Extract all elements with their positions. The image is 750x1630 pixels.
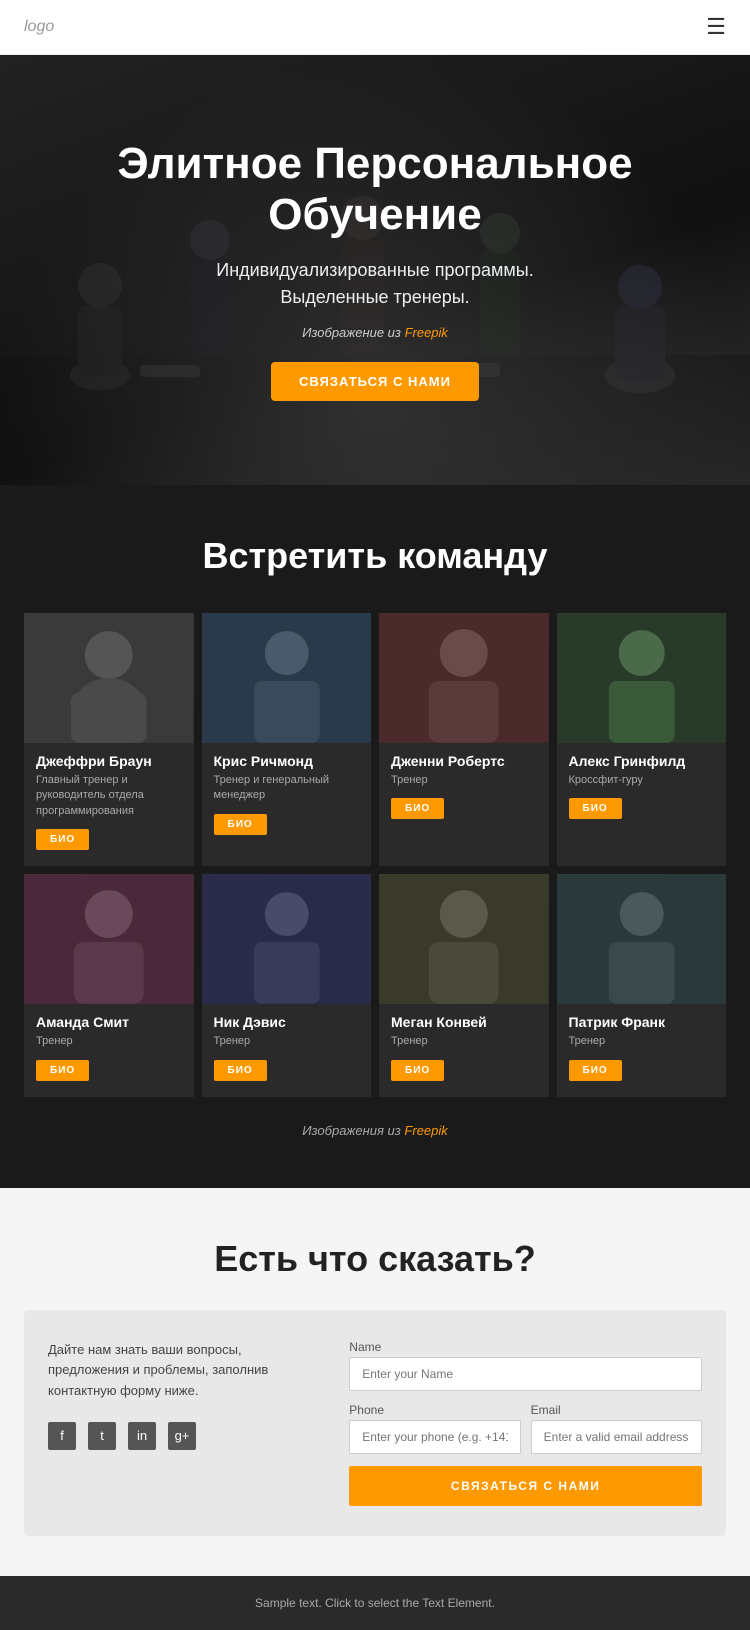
team-name-4: Аманда Смит (36, 1014, 182, 1030)
header: logo ☰ (0, 0, 750, 55)
hamburger-menu-icon[interactable]: ☰ (706, 14, 726, 40)
team-card-3: Алекс Гринфилд Кроссфит-гуру БИО (557, 613, 727, 866)
team-card-body-6: Меган Конвей Тренер БИО (379, 1004, 549, 1080)
team-photo-1 (202, 613, 372, 743)
phone-input[interactable] (349, 1420, 520, 1454)
hero-section: Элитное Персональное Обучение Индивидуал… (0, 55, 750, 485)
person-silhouette-1 (202, 613, 372, 743)
team-role-2: Тренер (391, 773, 537, 788)
hero-image-credit: Изображение из Freepik (40, 325, 710, 340)
social-google-icon[interactable]: g+ (168, 1422, 196, 1450)
bio-button-0[interactable]: БИО (36, 829, 89, 850)
person-silhouette-2 (379, 613, 549, 743)
freepik-link[interactable]: Freepik (405, 325, 448, 340)
team-card-5: Ник Дэвис Тренер БИО (202, 874, 372, 1096)
team-card-7: Патрик Франк Тренер БИО (557, 874, 727, 1096)
contact-description: Дайте нам знать ваши вопросы, предложени… (48, 1340, 319, 1402)
contact-title: Есть что сказать? (24, 1238, 726, 1280)
social-icons: f t in g+ (48, 1422, 319, 1450)
team-card-1: Крис Ричмонд Тренер и генеральный менедж… (202, 613, 372, 866)
name-label: Name (349, 1340, 702, 1354)
team-card-body-2: Дженни Робертс Тренер БИО (379, 743, 549, 819)
team-grid-row2: Аманда Смит Тренер БИО Ник Дэвис Тренер … (24, 874, 726, 1096)
contact-submit-button[interactable]: СВЯЗАТЬСЯ С НАМИ (349, 1466, 702, 1506)
team-role-5: Тренер (214, 1034, 360, 1049)
team-photo-7 (557, 874, 727, 1004)
team-card-body-3: Алекс Гринфилд Кроссфит-гуру БИО (557, 743, 727, 819)
team-photo-6 (379, 874, 549, 1004)
team-name-5: Ник Дэвис (214, 1014, 360, 1030)
team-name-7: Патрик Франк (569, 1014, 715, 1030)
team-photo-2 (379, 613, 549, 743)
team-photo-4 (24, 874, 194, 1004)
email-input[interactable] (531, 1420, 702, 1454)
bio-button-3[interactable]: БИО (569, 798, 622, 819)
bio-button-4[interactable]: БИО (36, 1060, 89, 1081)
hero-content: Элитное Персональное Обучение Индивидуал… (0, 139, 750, 400)
person-silhouette-6 (379, 874, 549, 1004)
bio-button-7[interactable]: БИО (569, 1060, 622, 1081)
team-card-6: Меган Конвей Тренер БИО (379, 874, 549, 1096)
contact-section: Есть что сказать? Дайте нам знать ваши в… (0, 1188, 750, 1576)
social-instagram-icon[interactable]: in (128, 1422, 156, 1450)
name-field-group: Name (349, 1340, 702, 1391)
hero-subtitle: Индивидуализированные программы.Выделенн… (40, 257, 710, 311)
person-silhouette-3 (557, 613, 727, 743)
team-name-2: Дженни Робертс (391, 753, 537, 769)
team-card-4: Аманда Смит Тренер БИО (24, 874, 194, 1096)
footer-text: Sample text. Click to select the Text El… (20, 1596, 730, 1610)
team-photo-5 (202, 874, 372, 1004)
team-role-4: Тренер (36, 1034, 182, 1049)
team-role-0: Главный тренер и руководитель отдела про… (36, 773, 182, 819)
team-name-0: Джеффри Браун (36, 753, 182, 769)
contact-box: Дайте нам знать ваши вопросы, предложени… (24, 1310, 726, 1536)
bio-button-1[interactable]: БИО (214, 814, 267, 835)
phone-label: Phone (349, 1403, 520, 1417)
hero-title: Элитное Персональное Обучение (40, 139, 710, 240)
hero-cta-button[interactable]: СВЯЗАТЬСЯ С НАМИ (271, 362, 479, 401)
phone-field-group: Phone (349, 1403, 520, 1454)
email-field-group: Email (531, 1403, 702, 1454)
bio-button-5[interactable]: БИО (214, 1060, 267, 1081)
team-card-body-0: Джеффри Браун Главный тренер и руководит… (24, 743, 194, 850)
team-grid-row1: Джеффри Браун Главный тренер и руководит… (24, 613, 726, 866)
team-role-1: Тренер и генеральный менеджер (214, 773, 360, 804)
person-silhouette-7 (557, 874, 727, 1004)
team-photo-0 (24, 613, 194, 743)
team-role-3: Кроссфит-гуру (569, 773, 715, 788)
team-card-body-4: Аманда Смит Тренер БИО (24, 1004, 194, 1080)
team-section: Встретить команду Джеффри Браун Главный … (0, 485, 750, 1188)
team-freepik-link[interactable]: Freepik (404, 1123, 447, 1138)
team-title: Встретить команду (24, 535, 726, 577)
team-card-body-5: Ник Дэвис Тренер БИО (202, 1004, 372, 1080)
team-image-credit: Изображения из Freepik (24, 1105, 726, 1168)
phone-email-row: Phone Email (349, 1403, 702, 1454)
team-name-3: Алекс Гринфилд (569, 753, 715, 769)
footer: Sample text. Click to select the Text El… (0, 1576, 750, 1630)
team-name-6: Меган Конвей (391, 1014, 537, 1030)
contact-form: Name Phone Email СВЯЗАТЬСЯ С НАМИ (349, 1340, 702, 1506)
team-card-body-1: Крис Ричмонд Тренер и генеральный менедж… (202, 743, 372, 835)
team-card-0: Джеффри Браун Главный тренер и руководит… (24, 613, 194, 866)
team-photo-3 (557, 613, 727, 743)
team-card-2: Дженни Робертс Тренер БИО (379, 613, 549, 866)
bio-button-6[interactable]: БИО (391, 1060, 444, 1081)
team-role-7: Тренер (569, 1034, 715, 1049)
social-facebook-icon[interactable]: f (48, 1422, 76, 1450)
person-silhouette-5 (202, 874, 372, 1004)
team-card-body-7: Патрик Франк Тренер БИО (557, 1004, 727, 1080)
team-name-1: Крис Ричмонд (214, 753, 360, 769)
name-input[interactable] (349, 1357, 702, 1391)
person-silhouette-0 (24, 613, 194, 743)
bio-button-2[interactable]: БИО (391, 798, 444, 819)
team-role-6: Тренер (391, 1034, 537, 1049)
email-label: Email (531, 1403, 702, 1417)
contact-left: Дайте нам знать ваши вопросы, предложени… (48, 1340, 319, 1506)
person-silhouette-4 (24, 874, 194, 1004)
logo: logo (24, 18, 54, 36)
social-twitter-icon[interactable]: t (88, 1422, 116, 1450)
